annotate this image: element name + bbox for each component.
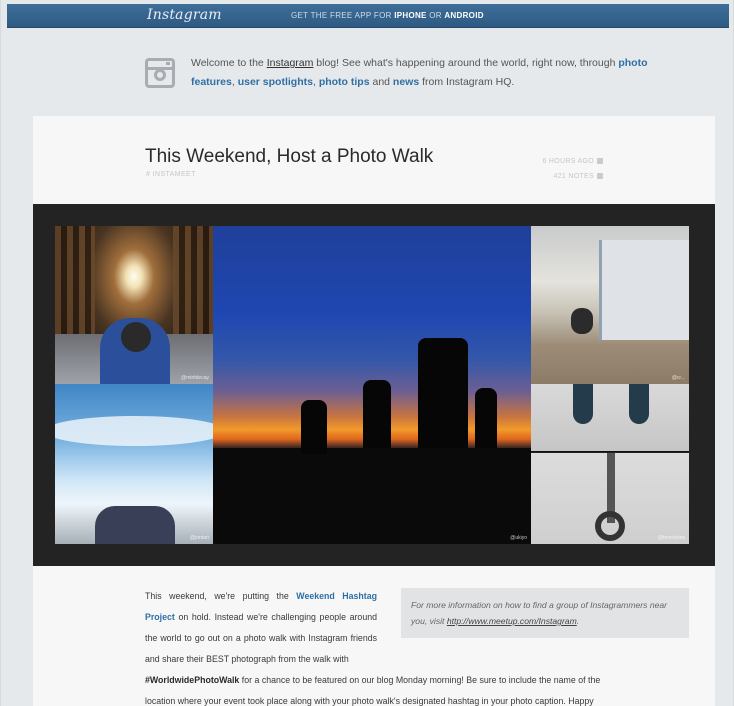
top-navigation-bar: Instagram GET THE FREE APP FOR IPHONE OR… bbox=[7, 4, 729, 28]
post-notes[interactable]: 421 NOTES bbox=[542, 169, 603, 184]
photo-credit: @tomrobins bbox=[657, 535, 685, 541]
welcome-text: Welcome to the Instagram blog! See what'… bbox=[191, 57, 648, 88]
photo-tips-link[interactable]: photo tips bbox=[319, 76, 370, 88]
photo-sky[interactable]: @jordan bbox=[55, 384, 213, 544]
photo-credit: @jordan bbox=[190, 535, 209, 541]
post-title[interactable]: This Weekend, Host a Photo Walk bbox=[145, 146, 433, 168]
photo-credit: @mintdecay bbox=[181, 375, 209, 381]
iphone-link[interactable]: IPHONE bbox=[394, 11, 426, 20]
post-tag[interactable]: # INSTAMEET bbox=[146, 171, 196, 178]
app-promo-text: GET THE FREE APP FOR IPHONE OR ANDROID bbox=[291, 11, 484, 20]
photo-tunnel[interactable]: @mintdecay bbox=[55, 226, 213, 384]
post-time[interactable]: 6 HOURS AGO bbox=[542, 154, 603, 169]
blog-page: Instagram GET THE FREE APP FOR IPHONE OR… bbox=[0, 0, 734, 706]
news-link[interactable]: news bbox=[393, 76, 419, 88]
photo-skateboard[interactable]: @tomrobins bbox=[531, 453, 689, 544]
welcome-banner: Welcome to the Instagram blog! See what'… bbox=[145, 54, 665, 94]
instagram-link[interactable]: Instagram bbox=[267, 57, 314, 69]
worldwide-photowalk-hashtag: #WorldwidePhotoWalk bbox=[145, 675, 240, 685]
info-callout: For more information on how to find a gr… bbox=[401, 588, 689, 638]
android-link[interactable]: ANDROID bbox=[444, 11, 483, 20]
meetup-link[interactable]: http://www.meetup.com/Instagram bbox=[447, 616, 577, 626]
clock-icon bbox=[597, 158, 603, 165]
photo-sunset[interactable]: @ukiyo bbox=[213, 226, 531, 544]
blog-post: This Weekend, Host a Photo Walk # INSTAM… bbox=[33, 116, 715, 706]
heart-icon bbox=[597, 173, 603, 180]
user-spotlights-link[interactable]: user spotlights bbox=[238, 76, 313, 88]
instagram-logo[interactable]: Instagram bbox=[147, 7, 222, 23]
post-body-paragraph: This weekend, we're putting the Weekend … bbox=[145, 591, 377, 664]
post-meta: 6 HOURS AGO 421 NOTES bbox=[542, 154, 603, 184]
instagram-camera-icon bbox=[145, 58, 175, 88]
photo-street[interactable]: @cr... bbox=[531, 226, 689, 384]
photo-credit: @ukiyo bbox=[510, 535, 527, 541]
photo-feet[interactable] bbox=[531, 384, 689, 452]
photo-credit: @cr... bbox=[671, 375, 685, 381]
post-body-continuation: #WorldwidePhotoWalk for a chance to be f… bbox=[145, 675, 601, 706]
photo-collage: @mintdecay @jordan @ukiyo @cr... @tomrob… bbox=[33, 204, 715, 566]
